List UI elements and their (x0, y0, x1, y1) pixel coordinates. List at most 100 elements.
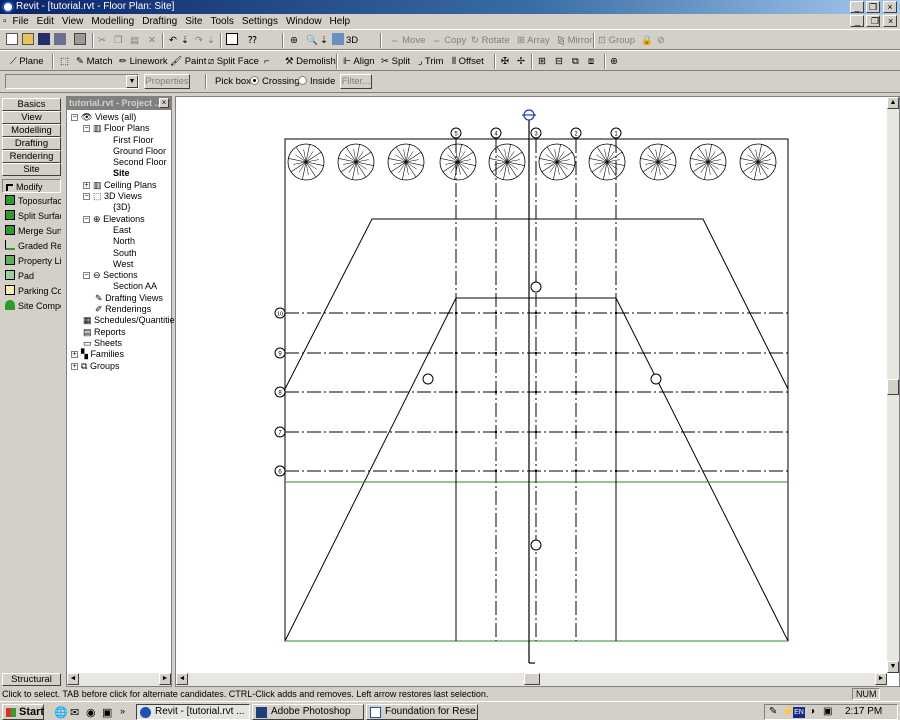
tree-symbol[interactable] (488, 143, 526, 181)
group-button[interactable]: ⊡ Group (598, 33, 635, 48)
section-line[interactable] (522, 109, 536, 664)
zoom-dropdown-icon[interactable]: ⇣ (320, 33, 328, 48)
menu-view[interactable]: View (58, 14, 88, 29)
scroll-up-icon[interactable]: ▲ (887, 97, 899, 109)
resize-icon[interactable]: ⧉ (572, 54, 579, 69)
collapse-icon[interactable]: − (83, 272, 90, 280)
doc-restore-button[interactable]: ❐ (866, 15, 880, 27)
trim-button[interactable]: ⌟ Trim (418, 54, 444, 69)
linework-button[interactable]: ✏ Linework (119, 54, 168, 69)
cut-geometry-icon[interactable]: ⌐ (264, 54, 270, 69)
move-button[interactable]: ⇔ Move (390, 33, 425, 48)
tool-merge-surface[interactable]: Merge Surfac (2, 224, 61, 238)
site-plan-drawing[interactable]: 5 4 3 2 1 10 9 8 7 6 (176, 97, 887, 673)
expand-icon[interactable]: + (71, 351, 78, 359)
plane-button[interactable]: ⟋ Plane (10, 54, 44, 69)
quick-launch-desktop-icon[interactable]: ▣ (102, 706, 112, 719)
tree-item-sheets[interactable]: ▭ Sheets (71, 338, 179, 349)
tree-symbol[interactable] (439, 143, 477, 181)
demolish-button[interactable]: ⚒ Demolish (285, 54, 336, 69)
document-icon[interactable]: ▫ (0, 14, 9, 29)
tree-symbol[interactable] (588, 143, 626, 181)
tree-item-ceiling-plans[interactable]: + ▥ Ceiling Plans (71, 180, 179, 191)
coordination-icon[interactable]: ⊟ (555, 54, 563, 69)
redo-dropdown-icon[interactable]: ⇣ (207, 33, 215, 48)
tree-symbol[interactable] (538, 143, 576, 181)
tree-symbol[interactable] (739, 143, 777, 181)
grid-bubble-8[interactable]: 8 (274, 386, 286, 398)
task-foundation[interactable]: Foundation for Rese... (366, 704, 478, 720)
redo-icon[interactable]: ↷ (195, 33, 203, 48)
tree-symbol[interactable] (639, 143, 677, 181)
minimize-button[interactable]: _ (850, 1, 864, 13)
create-similar-icon[interactable]: ⊕ (610, 54, 618, 69)
tree-symbol[interactable] (387, 143, 425, 181)
scroll-left-icon[interactable]: ◄ (176, 673, 188, 685)
doc-close-button[interactable]: × (883, 15, 897, 27)
tree-item-floor-plans[interactable]: − ▥ Floor Plans (71, 123, 179, 134)
restore-button[interactable]: ❐ (866, 1, 880, 13)
tree-item-views-all[interactable]: − 👁 Views (all) (71, 112, 179, 123)
revit-app-icon[interactable] (2, 1, 14, 13)
tab-view[interactable]: View (2, 111, 61, 124)
rotate-button[interactable]: ↻ Rotate (471, 33, 510, 48)
tree-symbol[interactable] (689, 143, 727, 181)
copy-monitor-icon[interactable]: ⊞ (538, 54, 546, 69)
whats-this-icon[interactable]: ⁇ (248, 33, 257, 48)
close-button[interactable]: × (883, 1, 897, 13)
undo-icon[interactable]: ↶ (169, 33, 177, 48)
menu-help[interactable]: Help (326, 14, 355, 29)
tree-item-section-aa[interactable]: Section AA (71, 281, 179, 292)
tree-item-3d[interactable]: {3D} (71, 202, 179, 213)
tab-modelling[interactable]: Modelling (2, 124, 61, 137)
tree-item-3d-views[interactable]: − ⬚ 3D Views (71, 191, 179, 202)
quick-launch-more-icon[interactable]: » (120, 706, 125, 716)
filter-button[interactable]: Filter... (340, 74, 372, 89)
scroll-right-icon[interactable]: ► (875, 673, 887, 685)
open-icon[interactable] (22, 33, 36, 48)
tab-structural[interactable]: Structural (2, 673, 61, 686)
array-button[interactable]: ⊞ Array (517, 33, 550, 48)
menu-drafting[interactable]: Drafting (138, 14, 181, 29)
tree-item-south[interactable]: South (71, 248, 179, 259)
language-indicator[interactable]: EN (793, 707, 805, 718)
paint-button[interactable]: 🖌 Paint (170, 54, 206, 69)
tree-item-ground-floor[interactable]: Ground Floor (71, 146, 179, 157)
horizontal-scrollbar[interactable]: ◄ ► (176, 673, 887, 686)
task-revit[interactable]: Revit - [tutorial.rvt ... (136, 704, 250, 720)
collapse-icon[interactable]: − (83, 193, 90, 201)
tree-item-east[interactable]: East (71, 225, 179, 236)
scroll-down-icon[interactable]: ▼ (887, 661, 899, 673)
quick-launch-ie-icon[interactable]: 🌐 (54, 706, 68, 719)
collapse-icon[interactable]: − (83, 125, 90, 133)
tool-parking-component[interactable]: Parking Comp (2, 284, 61, 298)
scroll-right-icon[interactable]: ► (159, 673, 171, 685)
close-browser-icon[interactable]: × (159, 98, 169, 108)
tree-item-west[interactable]: West (71, 259, 179, 270)
marker-right[interactable] (650, 373, 662, 385)
tree-symbol[interactable] (287, 143, 325, 181)
type-selector-combo[interactable]: ▼ (5, 74, 139, 89)
unpin-icon[interactable]: ✢ (517, 54, 525, 69)
ungroup-icon[interactable]: ⊘ (657, 33, 665, 48)
tree-item-schedules[interactable]: ▦ Schedules/Quantities (71, 315, 179, 326)
tree-symbol[interactable] (337, 143, 375, 181)
new-icon[interactable] (6, 33, 20, 48)
spacing-icon[interactable]: ⬚ (60, 54, 69, 69)
menu-site[interactable]: Site (181, 14, 206, 29)
scroll-left-icon[interactable]: ◄ (67, 673, 79, 685)
lock-icon[interactable]: 🔒 (641, 33, 653, 48)
tool-site-component[interactable]: Site Compon (2, 299, 61, 313)
crossing-radio[interactable]: Crossing (250, 74, 300, 89)
grid-bubble-7[interactable]: 7 (274, 426, 286, 438)
tab-drafting[interactable]: Drafting (2, 137, 61, 150)
save-all-icon[interactable] (54, 33, 68, 48)
match-button[interactable]: ✎ Match (76, 54, 112, 69)
vertical-scrollbar[interactable]: ▲ ▼ (887, 97, 899, 673)
tool-split-surface[interactable]: Split Surface (2, 209, 61, 223)
tool-toposurface[interactable]: Toposurface (2, 194, 61, 208)
split-face-button[interactable]: ⧄ Split Face (208, 54, 259, 69)
menu-window[interactable]: Window (282, 14, 326, 29)
grid-bubble-9[interactable]: 9 (274, 347, 286, 359)
view-3d-button[interactable]: 3D (332, 33, 358, 48)
